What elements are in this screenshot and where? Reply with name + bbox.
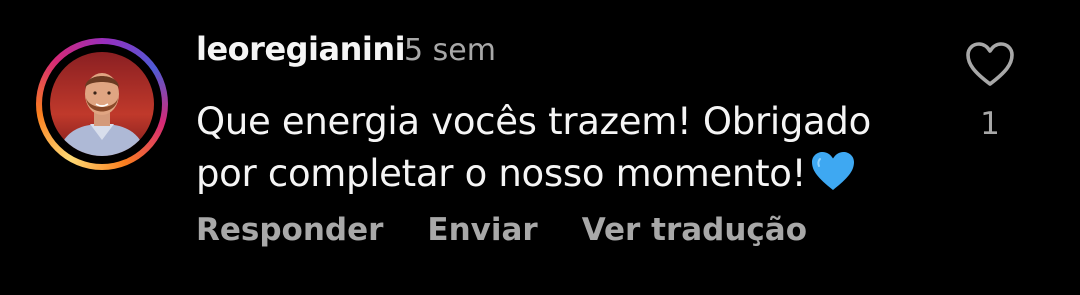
avatar-story-ring[interactable] <box>36 38 168 170</box>
heart-outline-icon <box>966 42 1014 86</box>
comment-text: Que energia vocês trazem! Obrigado por c… <box>196 96 916 206</box>
avatar[interactable] <box>50 52 154 156</box>
username[interactable]: leoregianini <box>196 30 406 68</box>
reply-button[interactable]: Responder <box>196 212 383 248</box>
blue-heart-emoji-icon <box>810 150 856 206</box>
like-count: 1 <box>980 106 1000 142</box>
translate-button[interactable]: Ver tradução <box>582 212 807 248</box>
timestamp: 5 sem <box>404 33 496 68</box>
avatar-photo <box>50 52 154 156</box>
comment-text-line-2: por completar o nosso momento! <box>196 152 807 195</box>
send-button[interactable]: Enviar <box>427 212 537 248</box>
comment: leoregianini 5 sem Que energia vocês tra… <box>0 0 1080 295</box>
comment-actions: Responder Enviar Ver tradução <box>196 212 851 248</box>
like-button[interactable] <box>964 40 1016 88</box>
comment-text-line-1: Que energia vocês trazem! Obrigado <box>196 100 871 143</box>
